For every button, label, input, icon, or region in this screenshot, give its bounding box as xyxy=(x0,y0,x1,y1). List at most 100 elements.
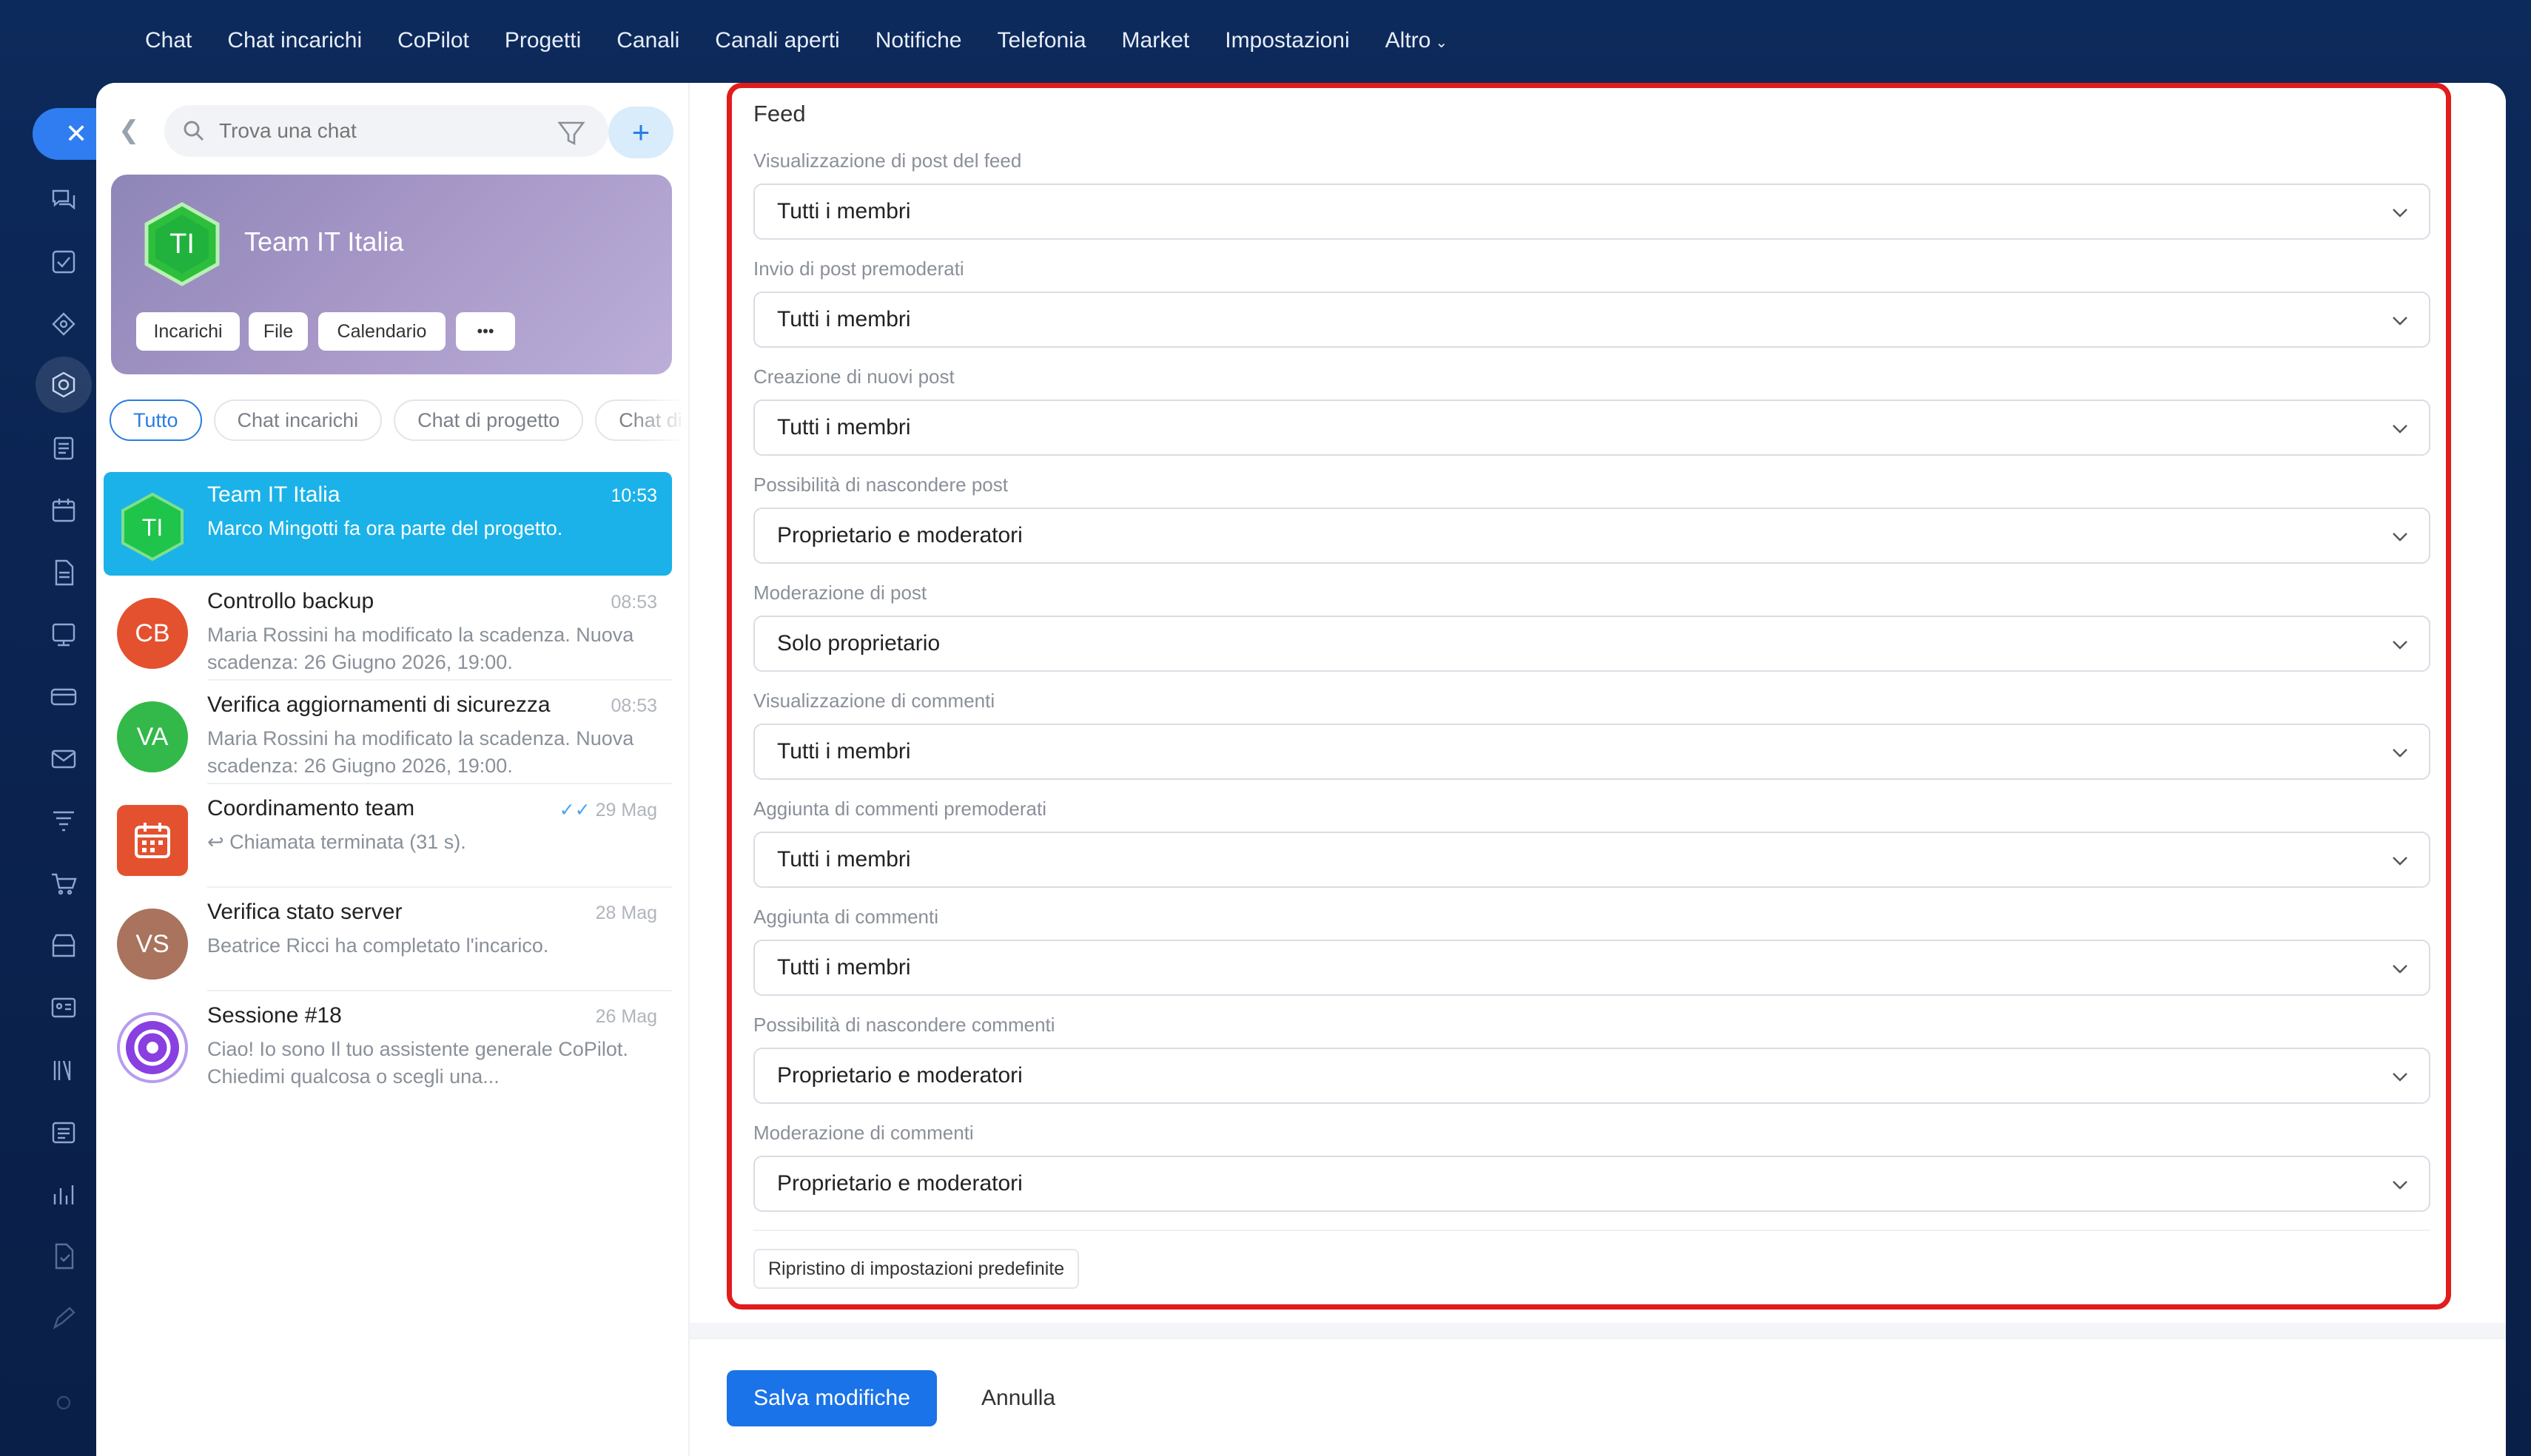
select-value: Proprietario e moderatori xyxy=(777,523,1023,547)
team-avatar[interactable]: TI xyxy=(139,201,225,287)
select-value: Tutti i membri xyxy=(777,955,911,980)
document-icon[interactable] xyxy=(44,429,83,468)
chat-avatar: VA xyxy=(117,701,188,772)
library-icon[interactable] xyxy=(44,1051,83,1089)
chat-bubbles-icon[interactable] xyxy=(44,181,83,219)
select-moderazione-commenti[interactable]: Proprietario e moderatori xyxy=(753,1156,2430,1212)
select-nascondere-commenti[interactable]: Proprietario e moderatori xyxy=(753,1048,2430,1104)
field-label: Moderazione di commenti xyxy=(753,1122,974,1144)
settings-icon[interactable] xyxy=(44,1383,83,1422)
chat-time: 10:53 xyxy=(611,485,657,506)
chat-item-sessione-18[interactable]: Sessione #18 26 Mag Ciao! Io sono Il tuo… xyxy=(104,993,672,1096)
chat-preview: Beatrice Ricci ha completato l'incarico. xyxy=(207,934,549,957)
more-options-button[interactable]: ••• xyxy=(456,312,515,351)
cancel-button[interactable]: Annulla xyxy=(981,1370,1055,1426)
back-chevron-icon[interactable]: ❮ xyxy=(118,115,140,145)
chat-filters: Tutto Chat incarichi Chat di progetto Ch… xyxy=(110,400,718,442)
calendar-icon[interactable] xyxy=(44,491,83,530)
store-icon[interactable] xyxy=(44,926,83,965)
mail-icon[interactable] xyxy=(44,740,83,778)
section-divider xyxy=(753,1230,2430,1231)
select-visualizzazione-post[interactable]: Tutti i membri xyxy=(753,183,2430,240)
search-icon xyxy=(184,121,204,141)
select-invio-post-premoderati[interactable]: Tutti i membri xyxy=(753,291,2430,348)
nav-impostazioni[interactable]: Impostazioni xyxy=(1225,28,1349,53)
chat-time: 26 Mag xyxy=(595,1006,657,1027)
file-icon[interactable] xyxy=(44,553,83,592)
cart-icon[interactable] xyxy=(44,864,83,903)
edit-icon[interactable] xyxy=(44,1299,83,1338)
field-label: Aggiunta di commenti premoderati xyxy=(753,798,1046,820)
filter-icon[interactable] xyxy=(557,118,586,148)
nav-market[interactable]: Market xyxy=(1122,28,1190,53)
save-button[interactable]: Salva modifiche xyxy=(727,1370,937,1426)
nav-altro-label: Altro xyxy=(1385,28,1431,53)
chat-list-column: ❮ + TI Team IT Italia Incarichi File Cal… xyxy=(96,83,706,1456)
chat-item-controllo-backup[interactable]: CB Controllo backup 08:53 Maria Rossini … xyxy=(104,579,672,682)
select-value: Tutti i membri xyxy=(777,415,911,439)
chat-time: 28 Mag xyxy=(595,903,657,923)
new-chat-button[interactable]: + xyxy=(608,107,673,158)
chat-avatar: CB xyxy=(117,598,188,669)
select-commenti-premoderati[interactable]: Tutti i membri xyxy=(753,832,2430,888)
chip-calendario[interactable]: Calendario xyxy=(318,312,446,351)
double-check-icon: ✓✓ xyxy=(559,800,591,820)
nav-chat[interactable]: Chat xyxy=(145,28,192,53)
nav-canali-aperti[interactable]: Canali aperti xyxy=(715,28,839,53)
nav-canali[interactable]: Canali xyxy=(616,28,679,53)
chat-item-coordinamento-team[interactable]: Coordinamento team ✓✓ 29 Mag ↩ Chiamata … xyxy=(104,786,672,889)
select-aggiunta-commenti[interactable]: Tutti i membri xyxy=(753,940,2430,996)
select-creazione-post[interactable]: Tutti i membri xyxy=(753,400,2430,456)
search-input[interactable] xyxy=(219,119,559,143)
analytics-icon[interactable] xyxy=(44,1175,83,1213)
select-visualizzazione-commenti[interactable]: Tutti i membri xyxy=(753,724,2430,780)
chat-item-verifica-stato-server[interactable]: VS Verifica stato server 28 Mag Beatrice… xyxy=(104,889,672,993)
chevron-down-icon xyxy=(2393,425,2407,434)
select-value: Proprietario e moderatori xyxy=(777,1171,1023,1196)
copilot-icon xyxy=(117,1012,188,1083)
nav-chat-incarichi[interactable]: Chat incarichi xyxy=(227,28,362,53)
filter-chat-progetto[interactable]: Chat di progetto xyxy=(394,400,584,441)
select-value: Proprietario e moderatori xyxy=(777,1063,1023,1088)
board-icon[interactable] xyxy=(44,616,83,654)
field-label: Visualizzazione di post del feed xyxy=(753,149,1022,172)
report-icon[interactable] xyxy=(44,1237,83,1275)
task-check-icon[interactable] xyxy=(44,243,83,281)
chat-item-verifica-aggiornamenti[interactable]: VA Verifica aggiornamenti di sicurezza 0… xyxy=(104,682,672,786)
filter-tutto[interactable]: Tutto xyxy=(110,400,202,441)
reset-defaults-button[interactable]: Ripristino di impostazioni predefinite xyxy=(753,1249,1080,1289)
select-moderazione-post[interactable]: Solo proprietario xyxy=(753,616,2430,672)
team-card: TI Team IT Italia Incarichi File Calenda… xyxy=(111,175,672,374)
select-value: Tutti i membri xyxy=(777,307,911,331)
nav-telefonia[interactable]: Telefonia xyxy=(997,28,1086,53)
nav-progetti[interactable]: Progetti xyxy=(505,28,581,53)
chat-preview: Marco Mingotti fa ora parte del progetto… xyxy=(207,517,563,539)
filter-chat-incarichi[interactable]: Chat incarichi xyxy=(213,400,383,441)
chat-title: Team IT Italia xyxy=(207,482,340,507)
chat-search[interactable] xyxy=(164,105,608,157)
projects-icon[interactable] xyxy=(36,357,92,413)
funnel-icon[interactable] xyxy=(44,802,83,840)
select-nascondere-post[interactable]: Proprietario e moderatori xyxy=(753,508,2430,564)
main-panel: ❮ + TI Team IT Italia Incarichi File Cal… xyxy=(96,83,2506,1456)
contact-card-icon[interactable] xyxy=(44,988,83,1027)
chat-title: Controllo backup xyxy=(207,589,374,613)
card-icon[interactable] xyxy=(44,678,83,716)
nav-altro[interactable]: Altro ⌄ xyxy=(1385,28,1448,53)
nav-notifiche[interactable]: Notifiche xyxy=(875,28,962,53)
chip-incarichi[interactable]: Incarichi xyxy=(136,312,240,351)
chevron-down-icon xyxy=(2393,857,2407,866)
chip-file[interactable]: File xyxy=(249,312,308,351)
chat-title: Verifica aggiornamenti di sicurezza xyxy=(207,692,551,717)
field-label: Invio di post premoderati xyxy=(753,257,964,280)
chat-preview: ↩ Chiamata terminata (31 s). xyxy=(207,829,651,856)
left-rail: ✕ xyxy=(22,104,120,1456)
calendar-icon xyxy=(117,805,188,876)
schedule-icon[interactable] xyxy=(44,1113,83,1151)
footer-bar xyxy=(690,1338,2506,1456)
chat-item-team-it[interactable]: TI Team IT Italia 10:53 Marco Mingotti f… xyxy=(104,472,672,576)
nav-copilot[interactable]: CoPilot xyxy=(397,28,469,53)
chat-time: ✓✓ 29 Mag xyxy=(559,799,657,821)
rocket-icon[interactable] xyxy=(44,305,83,343)
field-label: Moderazione di post xyxy=(753,582,927,604)
